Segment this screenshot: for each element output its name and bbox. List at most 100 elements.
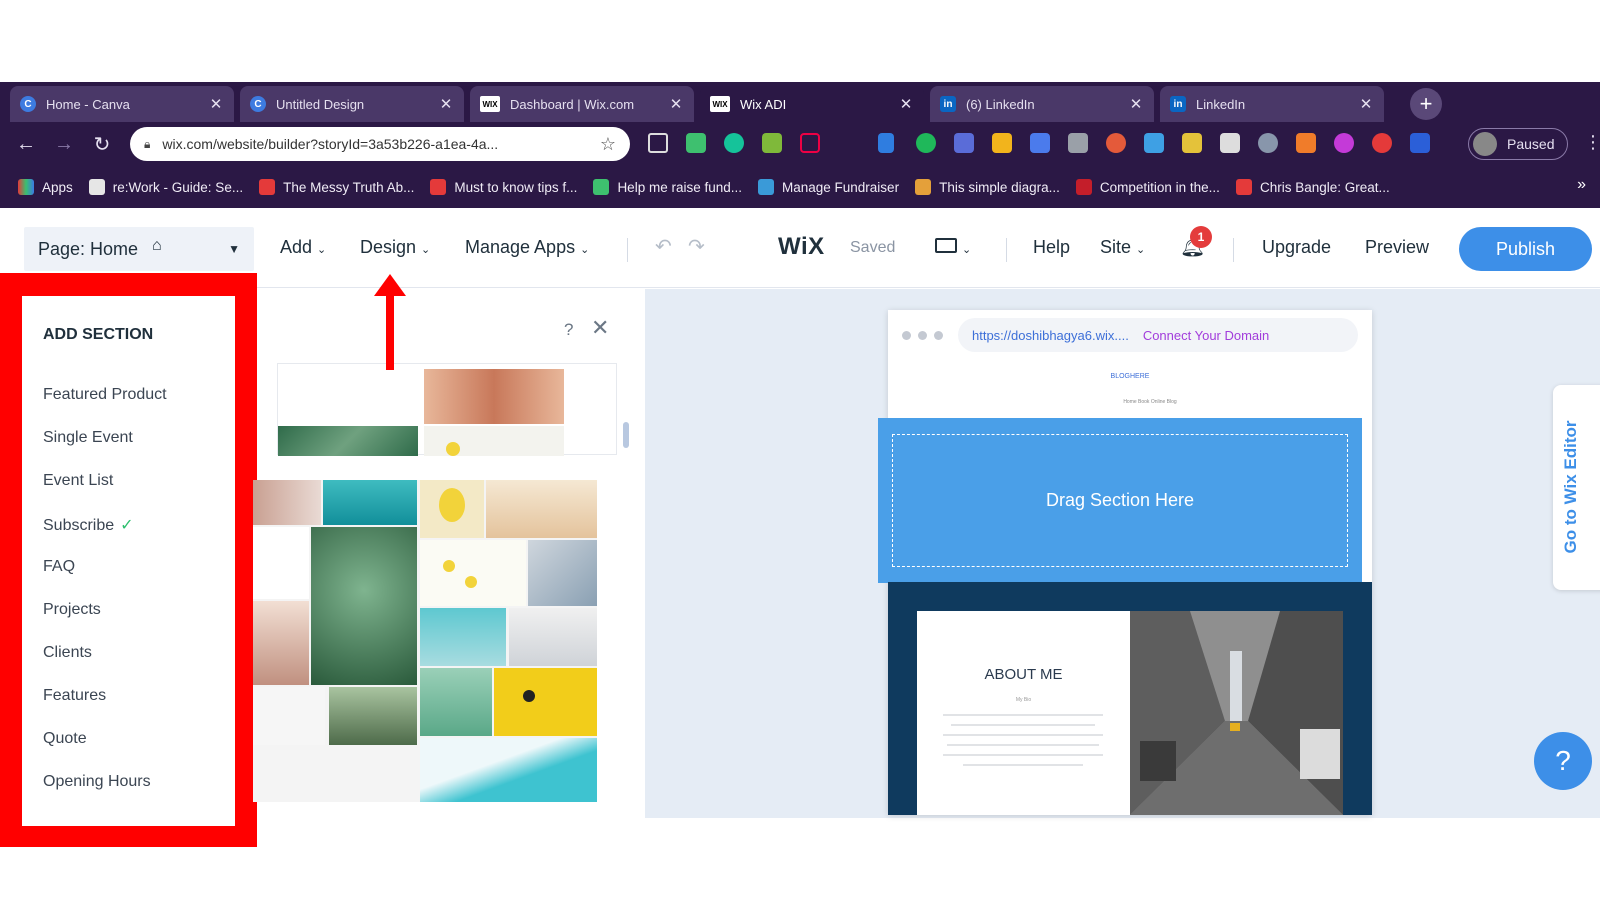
- menu-help[interactable]: Help: [1033, 237, 1070, 258]
- redo-icon[interactable]: ↷: [688, 234, 705, 259]
- tab-close-icon[interactable]: ✕: [438, 95, 454, 113]
- bookmark-item[interactable]: Chris Bangle: Great...: [1235, 179, 1390, 195]
- tab-close-icon[interactable]: ✕: [1358, 95, 1374, 113]
- bookmark-item[interactable]: The Messy Truth Ab...: [259, 179, 414, 195]
- drive-icon[interactable]: [878, 133, 894, 153]
- more-menu-icon[interactable]: ⋮: [1584, 132, 1600, 153]
- city-street-image: [1130, 611, 1343, 815]
- extension-icon[interactable]: [1296, 133, 1316, 153]
- bookmark-item[interactable]: re:Work - Guide: Se...: [88, 179, 243, 195]
- section-item[interactable]: Quote: [43, 730, 87, 748]
- bookmark-item[interactable]: Manage Fundraiser: [758, 179, 899, 195]
- bookmark-icon: [915, 179, 932, 195]
- bookmark-item[interactable]: This simple diagra...: [915, 179, 1060, 195]
- address-bar[interactable]: 🔒︎ wix.com/website/builder?storyId=3a53b…: [130, 127, 630, 161]
- site-url[interactable]: https://doshibhagya6.wix....: [972, 328, 1129, 343]
- drop-zone[interactable]: Drag Section Here: [878, 418, 1362, 583]
- menu-site[interactable]: Site ⌄: [1100, 237, 1145, 258]
- section-item[interactable]: Projects: [43, 601, 101, 619]
- scrollbar-thumb[interactable]: [623, 422, 629, 448]
- bookmark-item[interactable]: Help me raise fund...: [593, 179, 742, 195]
- home-icon[interactable]: [648, 133, 668, 153]
- url-text[interactable]: wix.com/website/builder?storyId=3a53b226…: [162, 136, 599, 152]
- extension-icon[interactable]: [1258, 133, 1278, 153]
- reload-icon[interactable]: ↻: [90, 132, 114, 156]
- grammarly-icon[interactable]: [724, 133, 744, 153]
- wix-logo: WiX: [778, 233, 825, 260]
- section-item[interactable]: Event List: [43, 472, 113, 490]
- window-dot: [902, 331, 911, 340]
- publish-button[interactable]: Publish: [1459, 227, 1592, 271]
- window-dot: [918, 331, 927, 340]
- bookmark-item[interactable]: Competition in the...: [1075, 179, 1220, 195]
- bookmark-item[interactable]: Must to know tips f...: [430, 179, 577, 195]
- tab-close-icon[interactable]: ✕: [898, 95, 914, 113]
- gallery-template-thumbnail[interactable]: [253, 480, 597, 802]
- bookmarks-overflow-icon[interactable]: »: [1577, 176, 1586, 194]
- checkmark-icon: ✓: [120, 517, 134, 534]
- section-item[interactable]: Single Event: [43, 429, 133, 447]
- undo-icon[interactable]: ↶: [655, 234, 672, 259]
- go-to-editor-tab[interactable]: Go to Wix Editor: [1553, 385, 1600, 590]
- menu-upgrade[interactable]: Upgrade: [1262, 237, 1331, 258]
- download-icon[interactable]: [992, 133, 1012, 153]
- navigation-row: ← → ↻ 🔒︎ wix.com/website/builder?storyId…: [0, 122, 1600, 166]
- tab-close-icon[interactable]: ✕: [668, 95, 684, 113]
- extension-icon[interactable]: [762, 133, 782, 153]
- menu-add[interactable]: Add ⌄: [280, 237, 326, 258]
- tab-linkedin-6[interactable]: in (6) LinkedIn ✕: [930, 86, 1154, 122]
- page-selector[interactable]: Page: Home ⌂ ▼: [24, 227, 254, 271]
- placeholder-text-line: [947, 744, 1099, 746]
- profile-button[interactable]: Paused: [1468, 128, 1568, 160]
- menu-preview[interactable]: Preview: [1365, 237, 1429, 258]
- new-tab-button[interactable]: +: [1410, 88, 1442, 120]
- browser-chrome: C Home - Canva ✕ C Untitled Design ✕ WIX…: [0, 82, 1600, 208]
- section-template-thumbnail[interactable]: [277, 363, 617, 456]
- apps-grid-icon: [18, 179, 34, 195]
- tab-untitled-design[interactable]: C Untitled Design ✕: [240, 86, 464, 122]
- tab-wix-dashboard[interactable]: WIX Dashboard | Wix.com ✕: [470, 86, 694, 122]
- help-icon[interactable]: ?: [564, 320, 573, 340]
- tab-close-icon[interactable]: ✕: [208, 95, 224, 113]
- gmail-icon[interactable]: [1220, 133, 1240, 153]
- tab-wix-adi[interactable]: WIX Wix ADI ✕: [700, 86, 924, 122]
- extension-icon[interactable]: [1334, 133, 1354, 153]
- forward-arrow-icon[interactable]: →: [52, 132, 76, 156]
- extension-icon[interactable]: [1144, 133, 1164, 153]
- extension-icon[interactable]: [954, 133, 974, 153]
- section-item-subscribe[interactable]: Subscribe ✓: [43, 515, 134, 535]
- linkedin-icon: in: [940, 96, 956, 112]
- extension-icon[interactable]: [1106, 133, 1126, 153]
- tab-linkedin[interactable]: in LinkedIn ✕: [1160, 86, 1384, 122]
- linkedin-icon: in: [1170, 96, 1186, 112]
- bookmarks-bar: Apps re:Work - Guide: Se... The Messy Tr…: [0, 166, 1600, 208]
- close-icon[interactable]: ✕: [591, 315, 609, 341]
- menu-manage-apps[interactable]: Manage Apps ⌄: [465, 237, 589, 258]
- tab-close-icon[interactable]: ✕: [1128, 95, 1144, 113]
- bookmark-icon: [88, 179, 105, 195]
- desktop-view-icon[interactable]: ⌄: [935, 237, 971, 258]
- bookmark-item[interactable]: Apps: [18, 179, 73, 195]
- window-dot: [934, 331, 943, 340]
- chevron-down-icon: ⌄: [1136, 244, 1146, 256]
- section-item[interactable]: Clients: [43, 644, 92, 662]
- bookmark-star-icon[interactable]: ☆: [600, 134, 616, 155]
- section-item[interactable]: Features: [43, 687, 106, 705]
- extension-icon[interactable]: [1372, 133, 1392, 153]
- section-item[interactable]: Featured Product: [43, 386, 167, 404]
- menu-design[interactable]: Design ⌄: [360, 237, 430, 258]
- mail-extension-icon[interactable]: [686, 133, 706, 153]
- extension-icon[interactable]: [1030, 133, 1050, 153]
- section-item[interactable]: Opening Hours: [43, 773, 151, 791]
- extension-icon[interactable]: [916, 133, 936, 153]
- back-arrow-icon[interactable]: ←: [14, 132, 38, 156]
- extension-icon[interactable]: [1182, 133, 1202, 153]
- connect-domain-link[interactable]: Connect Your Domain: [1143, 328, 1269, 343]
- tab-home-canva[interactable]: C Home - Canva ✕: [10, 86, 234, 122]
- lock-icon: 🔒︎: [144, 136, 151, 151]
- extension-icon[interactable]: [1410, 133, 1430, 153]
- section-item[interactable]: FAQ: [43, 558, 75, 576]
- pocket-icon[interactable]: [800, 133, 820, 153]
- extension-icon[interactable]: [1068, 133, 1088, 153]
- help-button[interactable]: ?: [1534, 732, 1592, 790]
